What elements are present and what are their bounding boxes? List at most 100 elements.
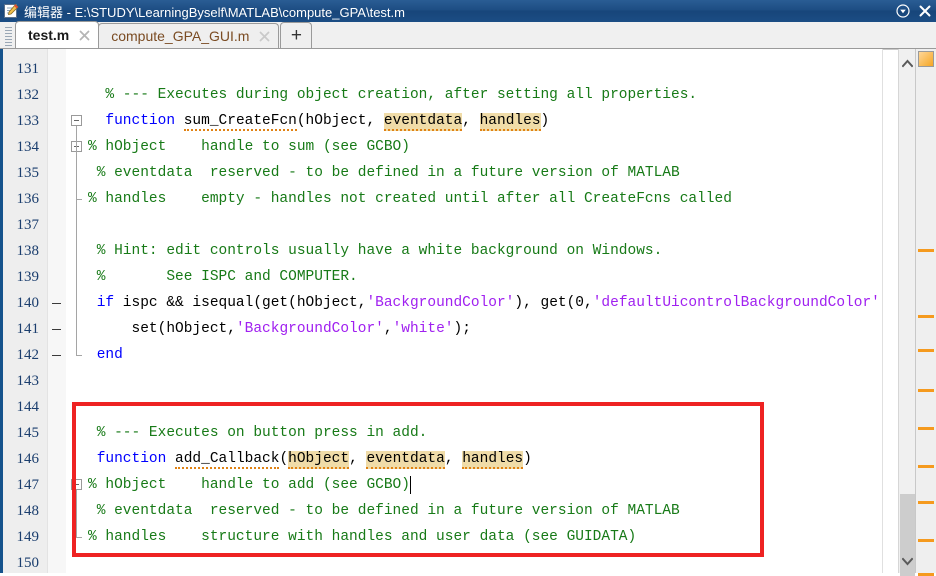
code-line[interactable]: if ispc && isequal(get(hObject,'Backgrou… [88,290,880,316]
code-token: % handles empty - handles not created un… [88,191,732,207]
vertical-scrollbar[interactable] [898,49,915,573]
line-number: 146 [17,446,40,472]
fold-range-end-tick [76,355,82,356]
code-token: % --- Executes on button press in add. [88,425,427,441]
executable-line-marker[interactable] [52,303,61,304]
code-token: ) [523,451,532,467]
code-token: % --- Executes during object creation, a… [88,87,697,103]
line-number: 135 [17,160,40,186]
new-tab-button[interactable]: + [280,22,312,48]
code-line[interactable]: function sum_CreateFcn(hObject, eventdat… [88,108,549,134]
code-analyzer-status-indicator[interactable] [918,51,934,67]
line-number: 134 [17,134,40,160]
line-number: 144 [17,394,40,420]
tab-label: compute_GPA_GUI.m [111,28,249,44]
fold-range-end-tick [76,537,82,538]
code-token: 'BackgroundColor' [366,295,514,311]
code-analyzer-warning-mark[interactable] [918,249,934,252]
code-line[interactable]: % --- Executes on button press in add. [88,420,427,446]
executable-line-marker[interactable] [52,355,61,356]
code-analyzer-warning-mark[interactable] [918,465,934,468]
code-token: 'defaultUicontrolBackgroundColor' [593,295,880,311]
code-analyzer-warning-mark[interactable] [918,427,934,430]
code-fold-toggle-icon[interactable] [71,115,82,126]
code-line[interactable]: % hObject handle to add (see GCBO) [88,472,410,498]
code-analyzer-warning-mark[interactable] [918,539,934,542]
code-token [88,347,97,363]
code-line[interactable]: % --- Executes during object creation, a… [88,82,697,108]
code-token: add_Callback [175,451,279,469]
window-title: 编辑器 - E:\STUDY\LearningByself\MATLAB\com… [24,2,892,21]
code-token: ( [279,451,288,467]
code-token [166,451,175,467]
breakpoint-column[interactable] [48,49,66,573]
code-token: % eventdata reserved - to be defined in … [88,503,680,519]
code-token [88,295,97,311]
line-number-gutter: 1311321331341351361371381391401411421431… [3,49,48,573]
code-token: sum_CreateFcn [184,113,297,131]
line-number: 139 [17,264,40,290]
code-token: eventdata [366,451,444,469]
scrollbar-up-arrow-icon[interactable] [899,55,916,72]
line-number: 150 [17,550,40,576]
code-token: % handles structure with handles and use… [88,529,636,545]
code-line[interactable]: set(hObject,'BackgroundColor','white'); [88,316,471,342]
line-number: 133 [17,108,40,134]
line-number: 137 [17,212,40,238]
close-icon[interactable] [914,0,936,22]
code-line[interactable]: % See ISPC and COMPUTER. [88,264,358,290]
fold-connector-line [76,126,77,199]
code-token: % eventdata reserved - to be defined in … [88,165,680,181]
code-line[interactable]: % Hint: edit controls usually have a whi… [88,238,662,264]
line-number: 132 [17,82,40,108]
code-analyzer-warning-mark[interactable] [918,315,934,318]
code-line[interactable]: % handles empty - handles not created un… [88,186,732,212]
executable-line-marker[interactable] [52,329,61,330]
tab-bar-grip-handle[interactable] [2,25,15,48]
code-text-area[interactable]: % --- Executes during object creation, a… [88,49,882,573]
code-token: , [349,451,366,467]
code-token: ); [454,321,471,337]
code-token: ) [541,113,550,129]
tab-close-icon[interactable] [78,29,91,42]
code-analyzer-warning-mark[interactable] [918,349,934,352]
code-token: function [105,113,175,129]
line-number: 149 [17,524,40,550]
code-token: % hObject handle to sum (see GCBO) [88,139,410,155]
code-line[interactable]: % handles structure with handles and use… [88,524,636,550]
fold-connector-line [76,199,77,355]
line-number: 142 [17,342,40,368]
minimize-to-tray-icon[interactable] [892,0,914,22]
line-number: 136 [17,186,40,212]
code-token: 'white' [393,321,454,337]
code-analyzer-ruler[interactable] [915,49,936,573]
code-fold-toggle-icon[interactable] [71,479,82,490]
window-title-bar: 编辑器 - E:\STUDY\LearningByself\MATLAB\com… [0,0,936,22]
tab-compute-gpa-gui-m[interactable]: compute_GPA_GUI.m [98,23,279,48]
code-token: , [384,321,393,337]
fold-connector-line [76,490,77,537]
code-folding-column[interactable] [66,49,88,573]
code-token [88,451,97,467]
tab-close-icon[interactable] [258,30,271,43]
code-editor[interactable]: 1311321331341351361371381391401411421431… [0,49,936,573]
tab-label: test.m [28,27,69,43]
code-token: , [462,113,479,129]
code-token: set(hObject, [88,321,236,337]
code-token: (hObject, [297,113,384,129]
code-line[interactable]: function add_Callback(hObject, eventdata… [88,446,532,472]
code-token: hObject [288,451,349,469]
document-tab-bar: test.m compute_GPA_GUI.m + [0,22,936,49]
code-line[interactable]: % eventdata reserved - to be defined in … [88,160,680,186]
code-line[interactable]: % hObject handle to sum (see GCBO) [88,134,410,160]
tab-test-m[interactable]: test.m [15,21,99,48]
code-line[interactable]: % eventdata reserved - to be defined in … [88,498,680,524]
code-token: ), get(0, [514,295,592,311]
code-line[interactable]: end [88,342,123,368]
code-token: function [97,451,167,467]
code-analyzer-warning-mark[interactable] [918,501,934,504]
code-analyzer-warning-mark[interactable] [918,389,934,392]
code-token: % Hint: edit controls usually have a whi… [88,243,662,259]
code-token: 'BackgroundColor' [236,321,384,337]
scrollbar-down-arrow-icon[interactable] [899,553,916,570]
